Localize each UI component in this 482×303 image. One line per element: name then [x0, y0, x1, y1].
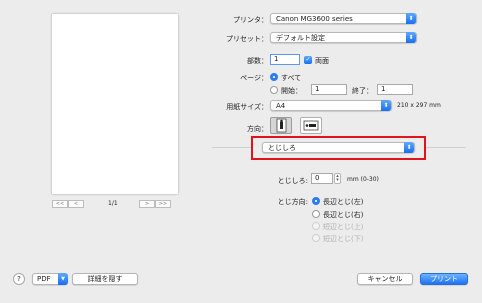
- portrait-icon: [276, 118, 287, 133]
- chevron-updown-icon: ⬍: [406, 13, 416, 24]
- pages-from-input[interactable]: 1: [311, 84, 347, 95]
- section-menu-select[interactable]: とじしろ ⬍: [262, 142, 415, 153]
- binding-short-bottom-label: 短辺とじ(下): [323, 235, 364, 243]
- paper-dimensions: 210 x 297 mm: [397, 102, 441, 109]
- pages-from-label: 開始：: [281, 87, 302, 95]
- pages-all-radio[interactable]: [270, 73, 278, 81]
- separator: [212, 147, 252, 148]
- printer-select[interactable]: Canon MG3600 series ⬍: [270, 13, 417, 24]
- duplex-label: 両面: [315, 57, 329, 65]
- chevron-updown-icon: ⬍: [404, 142, 414, 153]
- binding-long-right-radio[interactable]: [312, 210, 320, 218]
- last-page-button[interactable]: >>: [155, 200, 171, 208]
- pages-to-label: 終了：: [352, 87, 373, 95]
- preset-value: デフォルト設定: [276, 34, 325, 42]
- binding-short-bottom-radio: [312, 234, 320, 242]
- pages-label: ページ：: [240, 74, 268, 82]
- binding-long-left-label: 長辺とじ(左): [323, 198, 364, 206]
- binding-long-right-label: 長辺とじ(右): [323, 211, 364, 219]
- hide-details-button[interactable]: 詳細を隠す: [72, 273, 138, 285]
- orientation-label: 方向：: [247, 125, 268, 133]
- margin-stepper[interactable]: ▴ ▾: [334, 173, 341, 184]
- landscape-icon: [303, 120, 319, 131]
- section-menu-value: とじしろ: [268, 144, 296, 152]
- first-page-button[interactable]: <<: [52, 200, 68, 208]
- duplex-checkbox[interactable]: ✓: [304, 56, 312, 64]
- binding-label: とじ方向:: [277, 198, 308, 206]
- cancel-button[interactable]: キャンセル: [357, 273, 413, 285]
- copies-label: 部数：: [247, 57, 268, 65]
- pages-all-label: すべて: [281, 74, 302, 82]
- portrait-orientation-button[interactable]: [270, 117, 292, 134]
- printer-label: プリンタ：: [233, 16, 268, 24]
- margin-input[interactable]: 0: [311, 173, 333, 184]
- binding-long-left-radio[interactable]: [312, 197, 320, 205]
- copies-input[interactable]: 1: [270, 54, 300, 65]
- print-button[interactable]: プリント: [420, 273, 468, 285]
- binding-short-top-radio: [312, 222, 320, 230]
- separator: [426, 147, 466, 148]
- previous-page-button[interactable]: <: [68, 200, 84, 208]
- help-button[interactable]: ?: [13, 273, 25, 285]
- print-preview-page: [52, 14, 178, 194]
- paper-size-label: 用紙サイズ：: [226, 103, 268, 111]
- pages-range-radio[interactable]: [270, 86, 278, 94]
- pages-to-input[interactable]: 1: [377, 84, 413, 95]
- binding-short-top-label: 短辺とじ(上): [323, 223, 364, 231]
- preset-label: プリセット：: [226, 35, 268, 43]
- pdf-menu-button[interactable]: PDF ▼: [32, 273, 68, 285]
- page-indicator: 1/1: [108, 200, 118, 207]
- margin-label: とじしろ:: [277, 177, 308, 185]
- chevron-updown-icon: ⬍: [381, 100, 391, 111]
- margin-unit: mm (0-30): [347, 176, 379, 183]
- paper-size-select[interactable]: A4 ⬍: [270, 100, 392, 111]
- next-page-button[interactable]: >: [139, 200, 155, 208]
- paper-size-value: A4: [276, 102, 286, 110]
- landscape-orientation-button[interactable]: [300, 117, 322, 134]
- chevron-down-icon: ▼: [58, 273, 68, 285]
- printer-value: Canon MG3600 series: [276, 15, 353, 23]
- preset-select[interactable]: デフォルト設定 ⬍: [270, 32, 417, 43]
- pdf-label: PDF: [37, 275, 51, 283]
- chevron-updown-icon: ⬍: [406, 32, 416, 43]
